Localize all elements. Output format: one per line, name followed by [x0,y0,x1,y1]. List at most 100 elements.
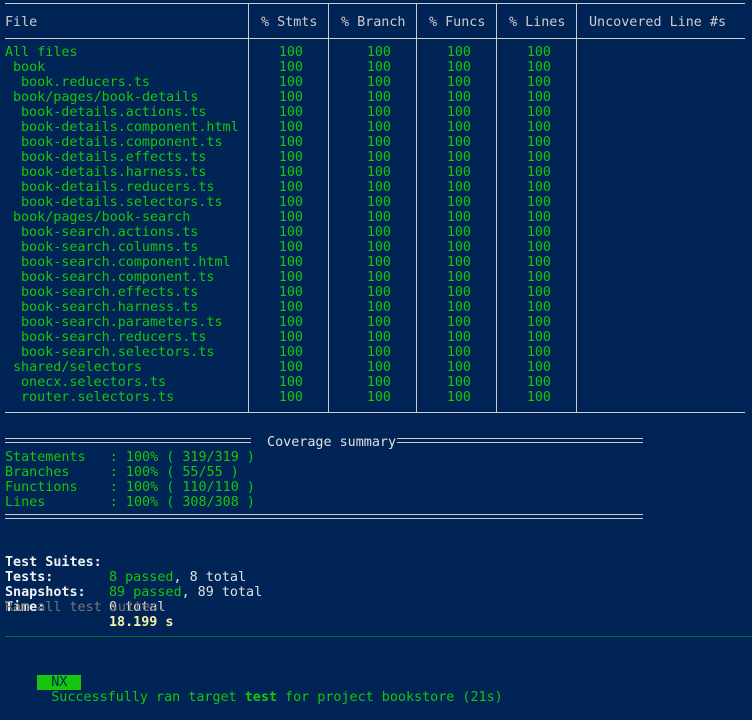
summary-functions: Functions : 100% ( 110/110 ) [5,480,255,495]
row-file-name: book-details.reducers.ts [21,180,215,195]
cell-stmts: 100 [278,180,303,195]
cell-branch: 100 [366,270,391,285]
table-row: book-search.component.ts 100 100 100 100 [5,270,750,285]
result-time: Time: 18.199 s [5,585,405,630]
row-file-name: book-search.actions.ts [21,225,199,240]
cell-stmts: 100 [278,330,303,345]
cell-funcs: 100 [446,270,471,285]
cell-lines: 100 [526,60,551,75]
header-uncovered: Uncovered Line #s [589,15,727,30]
table-row: book-details.harness.ts 100 100 100 100 [5,165,750,180]
table-row: book-search.actions.ts 100 100 100 100 [5,225,750,240]
cell-lines: 100 [526,240,551,255]
cell-funcs: 100 [446,210,471,225]
table-header-rule [5,38,745,39]
cell-stmts: 100 [278,120,303,135]
cell-lines: 100 [526,135,551,150]
cell-branch: 100 [366,300,391,315]
result-test-suites: Test Suites: 8 passed, 8 total [5,540,405,585]
table-row: book-details.effects.ts 100 100 100 100 [5,150,750,165]
result-tests: Tests: 89 passed, 89 total [5,555,405,600]
coverage-summary-title: Coverage summary [259,435,405,450]
cell-funcs: 100 [446,390,471,405]
cell-funcs: 100 [446,300,471,315]
summary-double-rule [397,438,643,443]
row-file-name: book-search.effects.ts [21,285,199,300]
cell-lines: 100 [526,300,551,315]
table-row: book-details.component.html 100 100 100 100 [5,120,750,135]
table-row: All files 100 100 100 100 [5,45,750,60]
row-file-name: book-search.harness.ts [21,300,199,315]
cell-branch: 100 [366,120,391,135]
cell-funcs: 100 [446,105,471,120]
cell-funcs: 100 [446,345,471,360]
cell-lines: 100 [526,390,551,405]
cell-stmts: 100 [278,255,303,270]
row-file-name: router.selectors.ts [21,390,175,405]
cell-lines: 100 [526,315,551,330]
row-file-name: book-search.selectors.ts [21,345,215,360]
cell-stmts: 100 [278,150,303,165]
cell-lines: 100 [526,345,551,360]
cell-branch: 100 [366,210,391,225]
nx-message-suffix: for project bookstore (21s) [276,690,503,705]
nx-badge: NX [37,675,82,690]
cell-funcs: 100 [446,195,471,210]
cell-funcs: 100 [446,45,471,60]
table-top-rule [5,3,745,4]
table-row: book-details.component.ts 100 100 100 100 [5,135,750,150]
table-row: book-search.reducers.ts 100 100 100 100 [5,330,750,345]
row-file-name: book-search.parameters.ts [21,315,223,330]
row-file-name: onecx.selectors.ts [21,375,167,390]
cell-funcs: 100 [446,240,471,255]
table-row: book/pages/book-details 100 100 100 100 [5,90,750,105]
row-file-name: book-search.columns.ts [21,240,199,255]
cell-stmts: 100 [278,195,303,210]
cell-stmts: 100 [278,315,303,330]
table-row: book-search.effects.ts 100 100 100 100 [5,285,750,300]
coverage-table-header: File % Stmts % Branch % Funcs % Lines Un… [5,15,750,30]
cell-funcs: 100 [446,120,471,135]
nx-target: test [244,690,277,705]
cell-lines: 100 [526,150,551,165]
summary-lines: Lines : 100% ( 308/308 ) [5,495,255,510]
cell-stmts: 100 [278,105,303,120]
cell-lines: 100 [526,180,551,195]
table-row: book/pages/book-search 100 100 100 100 [5,210,750,225]
cell-funcs: 100 [446,255,471,270]
row-file-name: book-search.component.ts [21,270,215,285]
cell-stmts: 100 [278,375,303,390]
cell-stmts: 100 [278,240,303,255]
row-file-name: book-details.selectors.ts [21,195,223,210]
cell-branch: 100 [366,165,391,180]
cell-branch: 100 [366,375,391,390]
cell-branch: 100 [366,90,391,105]
cell-funcs: 100 [446,225,471,240]
cell-stmts: 100 [278,285,303,300]
time-value: 18.199 s [109,615,174,630]
cell-stmts: 100 [278,390,303,405]
row-file-name: book-details.component.ts [21,135,223,150]
table-row: book.reducers.ts 100 100 100 100 [5,75,750,90]
cell-branch: 100 [366,330,391,345]
cell-funcs: 100 [446,315,471,330]
row-file-name: All files [5,45,78,60]
row-file-name: book-details.effects.ts [21,150,207,165]
cell-branch: 100 [366,360,391,375]
cell-branch: 100 [366,345,391,360]
cell-lines: 100 [526,90,551,105]
table-row: book-search.parameters.ts 100 100 100 100 [5,315,750,330]
cell-lines: 100 [526,120,551,135]
cell-stmts: 100 [278,360,303,375]
cell-lines: 100 [526,210,551,225]
cell-branch: 100 [366,285,391,300]
cell-branch: 100 [366,45,391,60]
row-file-name: book.reducers.ts [21,75,150,90]
cell-funcs: 100 [446,135,471,150]
table-row: book 100 100 100 100 [5,60,750,75]
cell-funcs: 100 [446,330,471,345]
row-file-name: book-details.component.html [21,120,239,135]
table-row: book-details.selectors.ts 100 100 100 100 [5,195,750,210]
cell-branch: 100 [366,225,391,240]
cell-branch: 100 [366,315,391,330]
